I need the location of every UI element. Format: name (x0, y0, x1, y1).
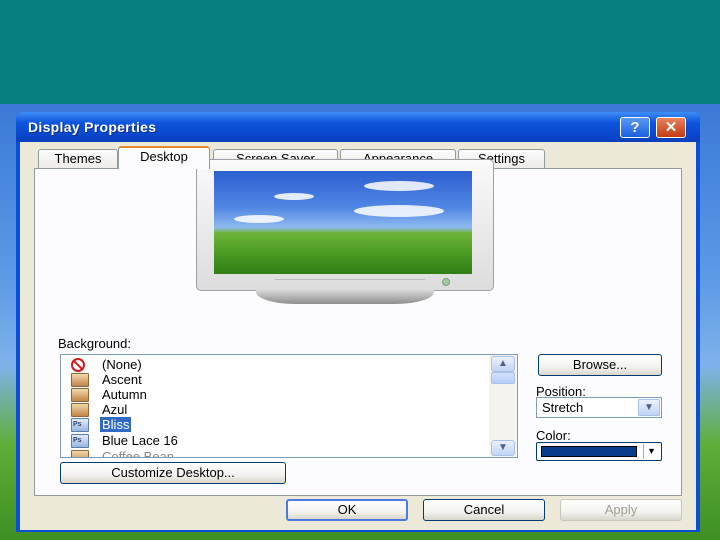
photoshop-file-icon: Ps (71, 418, 89, 432)
color-picker-button[interactable]: ▼ (536, 442, 662, 461)
list-item-label: Coffee Bean (102, 449, 175, 458)
list-item-none[interactable]: (None) (69, 357, 489, 373)
close-button[interactable]: ✕ (656, 117, 686, 138)
help-button[interactable]: ? (620, 117, 650, 138)
image-file-icon (71, 403, 89, 417)
list-item-bliss[interactable]: Ps Bliss (69, 416, 489, 433)
list-item-ascent[interactable]: Ascent (69, 372, 489, 388)
list-item-label: Azul (102, 402, 128, 417)
background-label: Background: (58, 336, 131, 351)
ok-button[interactable]: OK (286, 499, 408, 521)
no-symbol-icon (71, 358, 85, 372)
list-item-label: Blue Lace 16 (102, 433, 178, 448)
list-item-blue-lace-16[interactable]: Ps Blue Lace 16 (69, 433, 489, 449)
cloud (354, 205, 444, 217)
desktop-background-teal (0, 0, 720, 104)
cloud (364, 181, 434, 191)
color-label: Color: (536, 428, 571, 443)
list-item-azul[interactable]: Azul (69, 402, 489, 418)
position-dropdown[interactable]: Stretch ▼ (536, 397, 662, 418)
browse-button[interactable]: Browse... (538, 354, 662, 376)
monitor-stand (256, 290, 434, 304)
list-item-label: Ascent (102, 372, 142, 387)
photoshop-file-icon: Ps (71, 434, 89, 448)
dialog-client-area: Themes Desktop Screen Saver Appearance S… (20, 142, 696, 530)
customize-desktop-button[interactable]: Customize Desktop... (60, 462, 286, 484)
display-properties-window: Display Properties ? ✕ Themes Desktop Sc… (16, 112, 700, 532)
question-mark-icon: ? (630, 119, 640, 136)
list-item-autumn[interactable]: Autumn (69, 387, 489, 403)
apply-button[interactable]: Apply (560, 499, 682, 521)
dropdown-arrow-icon: ▼ (643, 444, 659, 459)
image-file-icon (71, 450, 89, 457)
cancel-button[interactable]: Cancel (423, 499, 545, 521)
image-file-icon (71, 388, 89, 402)
window-title: Display Properties (28, 119, 157, 135)
scroll-up-button[interactable]: ▲ (491, 356, 515, 372)
list-item-label: Autumn (102, 387, 147, 402)
tab-desktop[interactable]: Desktop (118, 146, 210, 169)
list-item-label: (None) (102, 357, 142, 372)
tab-label: Themes (54, 151, 102, 166)
list-item-label: Bliss (98, 416, 133, 433)
chevron-up-icon: ▲ (498, 358, 508, 369)
listbox-scrollbar[interactable]: ▲ ▼ (489, 355, 517, 457)
scroll-down-button[interactable]: ▼ (491, 440, 515, 456)
power-led-icon (442, 278, 450, 286)
scroll-thumb[interactable] (491, 372, 515, 384)
list-item-coffee-bean[interactable]: Coffee Bean (69, 449, 489, 458)
cloud (234, 215, 284, 223)
dropdown-arrow-button[interactable]: ▼ (638, 399, 660, 416)
tab-label: Desktop (140, 149, 188, 164)
chevron-down-icon: ▼ (498, 442, 508, 453)
title-bar[interactable]: Display Properties ? ✕ (16, 112, 700, 142)
monitor-slot (275, 279, 425, 284)
tab-themes[interactable]: Themes (38, 149, 118, 168)
image-file-icon (71, 373, 89, 387)
wallpaper-preview (214, 171, 472, 274)
color-swatch (541, 446, 637, 457)
background-listbox[interactable]: (None) Ascent Autumn Azul Ps Bliss Ps Bl… (60, 354, 518, 458)
monitor-preview (196, 159, 494, 291)
chevron-down-icon: ▼ (644, 402, 654, 413)
close-x-icon: ✕ (664, 119, 678, 136)
position-value: Stretch (542, 400, 584, 415)
cloud (274, 193, 314, 200)
